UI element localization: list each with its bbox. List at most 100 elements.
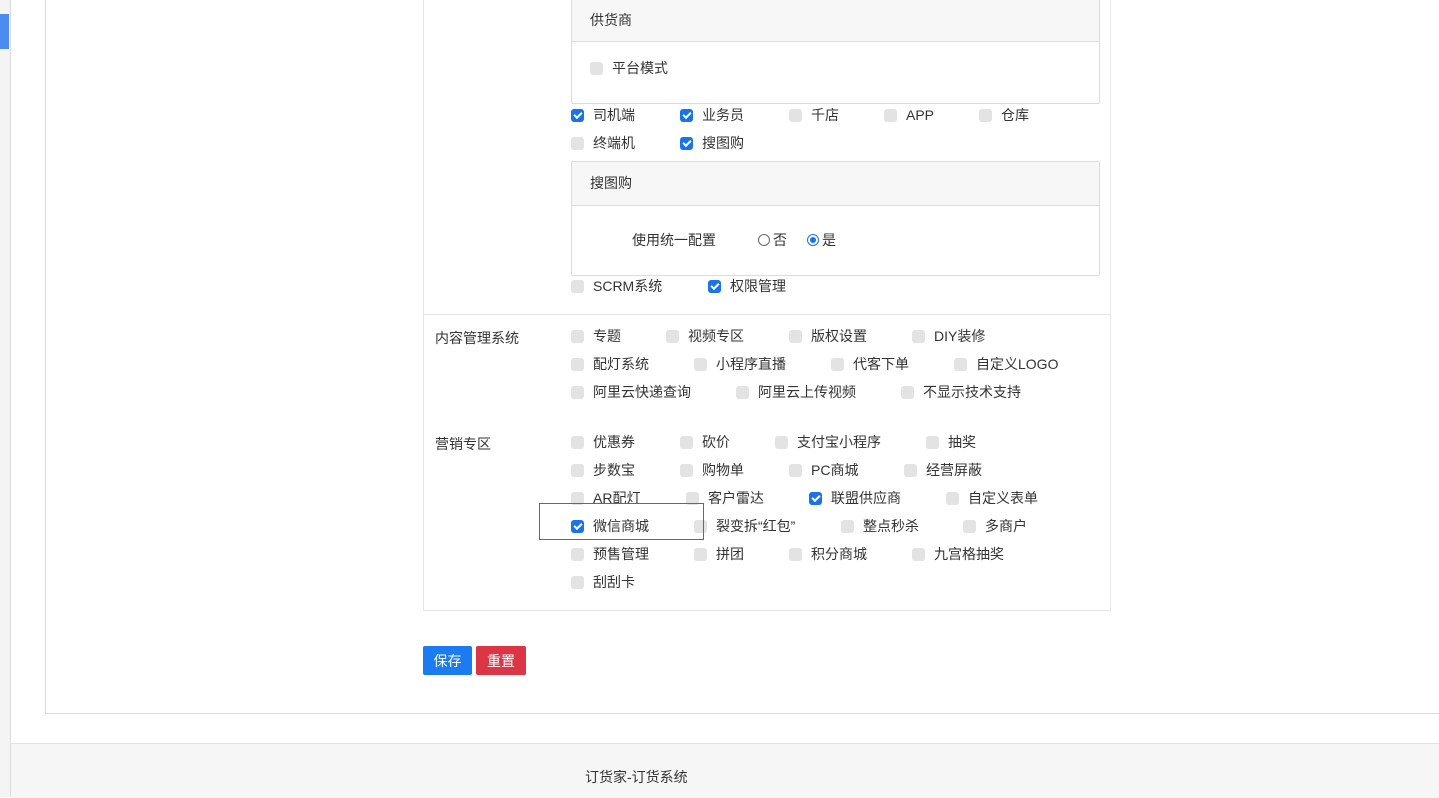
checkbox-alliance-supplier[interactable]: 联盟供应商 [809,488,901,508]
checkbox-label: 不显示技术支持 [923,384,1021,400]
checkbox-box[interactable] [571,357,584,371]
checkbox-box[interactable] [571,463,584,477]
checkbox-scrm[interactable]: SCRM系统 [571,276,662,296]
checkbox-box[interactable] [946,491,959,505]
checkbox-label: 平台模式 [612,60,668,76]
checkbox-business-block[interactable]: 经营屏蔽 [904,460,982,480]
checkbox-aliyun-express[interactable]: 阿里云快递查询 [571,382,691,402]
radio-yes[interactable]: 是 [807,230,836,250]
checkbox-box[interactable] [904,463,917,477]
checkbox-label: 专题 [593,328,621,344]
checkbox-box[interactable] [979,108,992,122]
checkbox-app[interactable]: APP [884,105,934,125]
checkbox-box[interactable] [841,519,854,533]
checkbox-label: 多商户 [985,518,1027,534]
checkbox-label: DIY装修 [934,328,986,344]
checkbox-box[interactable] [666,329,679,343]
checkbox-box[interactable] [571,108,584,122]
checkbox-coupon[interactable]: 优惠券 [571,432,635,452]
checkbox-video-zone[interactable]: 视频专区 [666,326,744,346]
checkbox-box[interactable] [831,357,844,371]
reset-button[interactable]: 重置 [476,646,526,675]
checkbox-soutugou[interactable]: 搜图购 [680,133,744,153]
checkbox-warehouse[interactable]: 仓库 [979,105,1029,125]
sidebar-active-indicator[interactable] [0,14,9,49]
checkbox-box[interactable] [680,108,693,122]
checkbox-points-mall[interactable]: 积分商城 [789,544,867,564]
left-sidebar-strip [0,0,11,797]
cms-section-label: 内容管理系统 [435,330,519,346]
checkbox-copyright[interactable]: 版权设置 [789,326,867,346]
checkbox-driver[interactable]: 司机端 [571,105,635,125]
checkbox-box[interactable] [901,385,914,399]
checkbox-box[interactable] [680,435,693,449]
checkbox-box[interactable] [736,385,749,399]
checkbox-box[interactable] [963,519,976,533]
checkbox-box[interactable] [954,357,967,371]
checkbox-terminal[interactable]: 终端机 [571,133,635,153]
checkbox-lighting-system[interactable]: 配灯系统 [571,354,649,374]
checkbox-label: 仓库 [1001,107,1029,123]
checkbox-box[interactable] [926,435,939,449]
checkbox-group-buy[interactable]: 拼团 [694,544,744,564]
checkbox-pc-mall[interactable]: PC商城 [789,460,858,480]
checkbox-box[interactable] [571,329,584,343]
checkbox-custom-form[interactable]: 自定义表单 [946,488,1038,508]
checkbox-label: 步数宝 [593,462,635,478]
checkbox-proxy-order[interactable]: 代客下单 [831,354,909,374]
checkbox-label: 阿里云上传视频 [758,384,856,400]
checkbox-box[interactable] [680,463,693,477]
checkbox-box[interactable] [694,357,707,371]
checkbox-bargain[interactable]: 砍价 [680,432,730,452]
checkbox-miniprogram-live[interactable]: 小程序直播 [694,354,786,374]
checkbox-aliyun-video[interactable]: 阿里云上传视频 [736,382,856,402]
radio-circle[interactable] [758,234,770,246]
checkbox-box[interactable] [694,547,707,561]
checkbox-lottery[interactable]: 抽奖 [926,432,976,452]
checkbox-label: 权限管理 [730,278,786,294]
checkbox-box[interactable] [789,108,802,122]
checkbox-hide-tech-support[interactable]: 不显示技术支持 [901,382,1021,402]
checkbox-box[interactable] [571,435,584,449]
checkbox-box[interactable] [571,547,584,561]
checkbox-box[interactable] [912,329,925,343]
checkbox-flash-sale[interactable]: 整点秒杀 [841,516,919,536]
checkbox-box[interactable] [789,547,802,561]
checkbox-box[interactable] [680,136,693,150]
checkbox-label: 九宫格抽奖 [934,546,1004,562]
checkbox-alipay-miniprogram[interactable]: 支付宝小程序 [775,432,881,452]
radio-circle[interactable] [807,234,819,246]
checkbox-box[interactable] [571,385,584,399]
radio-no[interactable]: 否 [758,230,787,250]
checkbox-box[interactable] [912,547,925,561]
checkbox-qiandian[interactable]: 千店 [789,105,839,125]
checkbox-box[interactable] [571,279,584,293]
checkbox-box[interactable] [571,136,584,150]
checkbox-box[interactable] [708,279,721,293]
checkbox-step-treasure[interactable]: 步数宝 [571,460,635,480]
checkbox-custom-logo[interactable]: 自定义LOGO [954,354,1058,374]
checkbox-label: 阿里云快递查询 [593,384,691,400]
checkbox-topic[interactable]: 专题 [571,326,621,346]
checkbox-presale[interactable]: 预售管理 [571,544,649,564]
checkbox-box[interactable] [884,108,897,122]
checkbox-permissions[interactable]: 权限管理 [708,276,786,296]
checkbox-box[interactable] [571,575,584,589]
checkbox-label: PC商城 [811,462,859,478]
checkbox-scratch-card[interactable]: 刮刮卡 [571,572,635,592]
checkbox-multi-merchant[interactable]: 多商户 [963,516,1027,536]
checkbox-box[interactable] [809,491,822,505]
checkbox-label: 自定义表单 [968,490,1038,506]
checkbox-diy-decor[interactable]: DIY装修 [912,326,985,346]
checkbox-box[interactable] [789,463,802,477]
checkbox-salesman[interactable]: 业务员 [680,105,744,125]
checkbox-box[interactable] [789,329,802,343]
checkbox-box[interactable] [775,435,788,449]
checkbox-box[interactable] [590,61,603,75]
checkbox-grid-lottery[interactable]: 九宫格抽奖 [912,544,1004,564]
save-button[interactable]: 保存 [423,646,472,675]
checkbox-shopping-list[interactable]: 购物单 [680,460,744,480]
checkbox-label: 整点秒杀 [863,518,919,534]
checkbox-platform-mode[interactable]: 平台模式 [590,58,668,78]
checkbox-fission-redpacket[interactable]: 裂变拆“红包” [694,516,795,536]
